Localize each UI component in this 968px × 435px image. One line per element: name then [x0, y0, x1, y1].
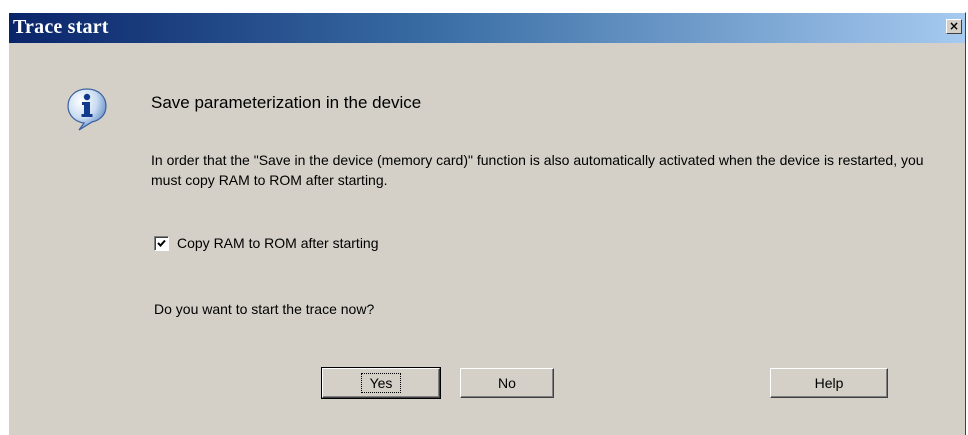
help-button[interactable]: Help: [770, 368, 888, 398]
dialog-heading: Save parameterization in the device: [151, 93, 422, 112]
yes-button[interactable]: Yes: [321, 367, 441, 399]
info-icon: [65, 86, 109, 132]
copy-ram-to-rom-checkbox[interactable]: [154, 235, 169, 251]
title-bar[interactable]: Trace start ×: [9, 13, 965, 43]
no-button-label: No: [498, 375, 516, 391]
checkmark-icon: [157, 239, 166, 247]
copy-ram-to-rom-option[interactable]: Copy RAM to ROM after starting: [154, 235, 379, 251]
yes-button-label: Yes: [360, 373, 402, 393]
no-button[interactable]: No: [460, 368, 554, 398]
dialog-message: In order that the "Save in the device (m…: [151, 152, 924, 188]
close-icon: ×: [948, 19, 960, 33]
help-button-label: Help: [814, 375, 844, 391]
start-trace-question: Do you want to start the trace now?: [154, 301, 375, 317]
trace-start-dialog: Trace start × Save parameterization in t…: [8, 12, 966, 435]
copy-ram-to-rom-label[interactable]: Copy RAM to ROM after starting: [177, 235, 379, 251]
dialog-title: Trace start: [13, 16, 109, 38]
close-button[interactable]: ×: [946, 19, 962, 34]
